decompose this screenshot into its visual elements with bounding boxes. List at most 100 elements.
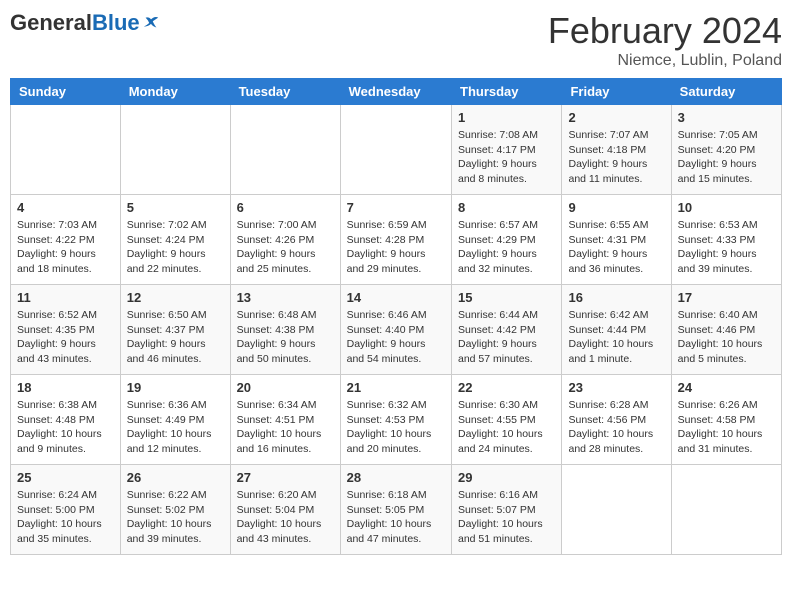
month-title: February 2024 bbox=[548, 10, 782, 52]
calendar-cell: 29 Sunrise: 6:16 AM Sunset: 5:07 PM Dayli… bbox=[452, 465, 562, 555]
calendar-cell: 25Sunrise: 6:24 AM Sunset: 5:00 PM Dayli… bbox=[11, 465, 121, 555]
day-number: 1 bbox=[458, 110, 555, 125]
calendar-cell bbox=[230, 105, 340, 195]
calendar-cell bbox=[562, 465, 671, 555]
calendar-cell: 18 Sunrise: 6:38 AM Sunset: 4:48 PM Dayli… bbox=[11, 375, 121, 465]
header-day-saturday: Saturday bbox=[671, 79, 781, 105]
calendar-table: SundayMondayTuesdayWednesdayThursdayFrid… bbox=[10, 78, 782, 555]
calendar-cell: 7Sunrise: 6:59 AM Sunset: 4:28 PM Daylig… bbox=[340, 195, 451, 285]
calendar-cell: 16 Sunrise: 6:42 AM Sunset: 4:44 PM Dayli… bbox=[562, 285, 671, 375]
calendar-cell: 13Sunrise: 6:48 AM Sunset: 4:38 PM Dayli… bbox=[230, 285, 340, 375]
day-number: 29 bbox=[458, 470, 555, 485]
title-block: February 2024 Niemce, Lublin, Poland bbox=[548, 10, 782, 70]
day-info: Sunrise: 7:03 AM Sunset: 4:22 PM Dayligh… bbox=[17, 218, 114, 277]
week-row-1: 1 Sunrise: 7:08 AM Sunset: 4:17 PM Daylig… bbox=[11, 105, 782, 195]
day-info: Sunrise: 6:52 AM Sunset: 4:35 PM Dayligh… bbox=[17, 308, 114, 367]
day-info: Sunrise: 6:30 AM Sunset: 4:55 PM Dayligh… bbox=[458, 398, 555, 457]
day-info: Sunrise: 6:36 AM Sunset: 4:49 PM Dayligh… bbox=[127, 398, 224, 457]
calendar-cell: 3 Sunrise: 7:05 AM Sunset: 4:20 PM Daylig… bbox=[671, 105, 781, 195]
calendar-cell: 6 Sunrise: 7:00 AM Sunset: 4:26 PM Daylig… bbox=[230, 195, 340, 285]
calendar-cell: 20 Sunrise: 6:34 AM Sunset: 4:51 PM Dayli… bbox=[230, 375, 340, 465]
day-info: Sunrise: 7:02 AM Sunset: 4:24 PM Dayligh… bbox=[127, 218, 224, 277]
day-info: Sunrise: 6:38 AM Sunset: 4:48 PM Dayligh… bbox=[17, 398, 114, 457]
calendar-cell: 22 Sunrise: 6:30 AM Sunset: 4:55 PM Dayli… bbox=[452, 375, 562, 465]
calendar-cell: 11 Sunrise: 6:52 AM Sunset: 4:35 PM Dayli… bbox=[11, 285, 121, 375]
calendar-cell: 8 Sunrise: 6:57 AM Sunset: 4:29 PM Daylig… bbox=[452, 195, 562, 285]
day-info: Sunrise: 6:16 AM Sunset: 5:07 PM Dayligh… bbox=[458, 488, 555, 547]
day-info: Sunrise: 6:18 AM Sunset: 5:05 PM Dayligh… bbox=[347, 488, 445, 547]
day-info: Sunrise: 6:34 AM Sunset: 4:51 PM Dayligh… bbox=[237, 398, 334, 457]
calendar-cell: 28 Sunrise: 6:18 AM Sunset: 5:05 PM Dayli… bbox=[340, 465, 451, 555]
calendar-cell bbox=[120, 105, 230, 195]
calendar-cell: 14Sunrise: 6:46 AM Sunset: 4:40 PM Dayli… bbox=[340, 285, 451, 375]
calendar-cell: 15Sunrise: 6:44 AM Sunset: 4:42 PM Dayli… bbox=[452, 285, 562, 375]
day-info: Sunrise: 6:57 AM Sunset: 4:29 PM Dayligh… bbox=[458, 218, 555, 277]
day-number: 24 bbox=[678, 380, 775, 395]
day-info: Sunrise: 6:42 AM Sunset: 4:44 PM Dayligh… bbox=[568, 308, 664, 367]
day-info: Sunrise: 6:50 AM Sunset: 4:37 PM Dayligh… bbox=[127, 308, 224, 367]
calendar-cell: 9 Sunrise: 6:55 AM Sunset: 4:31 PM Daylig… bbox=[562, 195, 671, 285]
day-number: 17 bbox=[678, 290, 775, 305]
logo-general-text: General bbox=[10, 10, 92, 36]
calendar-cell: 2 Sunrise: 7:07 AM Sunset: 4:18 PM Daylig… bbox=[562, 105, 671, 195]
day-info: Sunrise: 7:08 AM Sunset: 4:17 PM Dayligh… bbox=[458, 128, 555, 187]
calendar-cell: 1 Sunrise: 7:08 AM Sunset: 4:17 PM Daylig… bbox=[452, 105, 562, 195]
day-number: 18 bbox=[17, 380, 114, 395]
calendar-cell: 23Sunrise: 6:28 AM Sunset: 4:56 PM Dayli… bbox=[562, 375, 671, 465]
calendar-cell: 17 Sunrise: 6:40 AM Sunset: 4:46 PM Dayli… bbox=[671, 285, 781, 375]
calendar-cell bbox=[340, 105, 451, 195]
calendar-cell: 19Sunrise: 6:36 AM Sunset: 4:49 PM Dayli… bbox=[120, 375, 230, 465]
logo-blue-text: Blue bbox=[92, 10, 140, 36]
day-info: Sunrise: 6:40 AM Sunset: 4:46 PM Dayligh… bbox=[678, 308, 775, 367]
calendar-cell bbox=[671, 465, 781, 555]
day-number: 25 bbox=[17, 470, 114, 485]
day-info: Sunrise: 6:44 AM Sunset: 4:42 PM Dayligh… bbox=[458, 308, 555, 367]
logo: GeneralBlue bbox=[10, 10, 160, 36]
day-number: 26 bbox=[127, 470, 224, 485]
header-day-wednesday: Wednesday bbox=[340, 79, 451, 105]
calendar-cell: 5 Sunrise: 7:02 AM Sunset: 4:24 PM Daylig… bbox=[120, 195, 230, 285]
day-number: 14 bbox=[347, 290, 445, 305]
day-info: Sunrise: 7:00 AM Sunset: 4:26 PM Dayligh… bbox=[237, 218, 334, 277]
day-number: 12 bbox=[127, 290, 224, 305]
day-info: Sunrise: 6:59 AM Sunset: 4:28 PM Dayligh… bbox=[347, 218, 445, 277]
day-number: 2 bbox=[568, 110, 664, 125]
week-row-5: 25Sunrise: 6:24 AM Sunset: 5:00 PM Dayli… bbox=[11, 465, 782, 555]
day-info: Sunrise: 6:53 AM Sunset: 4:33 PM Dayligh… bbox=[678, 218, 775, 277]
calendar-cell: 10 Sunrise: 6:53 AM Sunset: 4:33 PM Dayli… bbox=[671, 195, 781, 285]
calendar-cell: 21Sunrise: 6:32 AM Sunset: 4:53 PM Dayli… bbox=[340, 375, 451, 465]
day-number: 3 bbox=[678, 110, 775, 125]
header-day-friday: Friday bbox=[562, 79, 671, 105]
header-day-monday: Monday bbox=[120, 79, 230, 105]
day-info: Sunrise: 6:32 AM Sunset: 4:53 PM Dayligh… bbox=[347, 398, 445, 457]
day-number: 27 bbox=[237, 470, 334, 485]
day-number: 11 bbox=[17, 290, 114, 305]
day-number: 8 bbox=[458, 200, 555, 215]
calendar-cell: 27 Sunrise: 6:20 AM Sunset: 5:04 PM Dayli… bbox=[230, 465, 340, 555]
calendar-cell: 12 Sunrise: 6:50 AM Sunset: 4:37 PM Dayli… bbox=[120, 285, 230, 375]
header-day-sunday: Sunday bbox=[11, 79, 121, 105]
day-info: Sunrise: 6:48 AM Sunset: 4:38 PM Dayligh… bbox=[237, 308, 334, 367]
location-subtitle: Niemce, Lublin, Poland bbox=[548, 52, 782, 70]
day-number: 22 bbox=[458, 380, 555, 395]
day-number: 9 bbox=[568, 200, 664, 215]
day-info: Sunrise: 7:07 AM Sunset: 4:18 PM Dayligh… bbox=[568, 128, 664, 187]
day-info: Sunrise: 6:26 AM Sunset: 4:58 PM Dayligh… bbox=[678, 398, 775, 457]
header: GeneralBlue February 2024 Niemce, Lublin… bbox=[10, 10, 782, 70]
day-number: 23 bbox=[568, 380, 664, 395]
day-info: Sunrise: 7:05 AM Sunset: 4:20 PM Dayligh… bbox=[678, 128, 775, 187]
day-info: Sunrise: 6:55 AM Sunset: 4:31 PM Dayligh… bbox=[568, 218, 664, 277]
day-number: 20 bbox=[237, 380, 334, 395]
day-info: Sunrise: 6:20 AM Sunset: 5:04 PM Dayligh… bbox=[237, 488, 334, 547]
day-number: 28 bbox=[347, 470, 445, 485]
day-number: 6 bbox=[237, 200, 334, 215]
day-number: 16 bbox=[568, 290, 664, 305]
header-row: SundayMondayTuesdayWednesdayThursdayFrid… bbox=[11, 79, 782, 105]
day-number: 5 bbox=[127, 200, 224, 215]
week-row-2: 4Sunrise: 7:03 AM Sunset: 4:22 PM Daylig… bbox=[11, 195, 782, 285]
calendar-cell: 4Sunrise: 7:03 AM Sunset: 4:22 PM Daylig… bbox=[11, 195, 121, 285]
day-number: 10 bbox=[678, 200, 775, 215]
day-info: Sunrise: 6:22 AM Sunset: 5:02 PM Dayligh… bbox=[127, 488, 224, 547]
week-row-4: 18 Sunrise: 6:38 AM Sunset: 4:48 PM Dayli… bbox=[11, 375, 782, 465]
calendar-cell: 24 Sunrise: 6:26 AM Sunset: 4:58 PM Dayli… bbox=[671, 375, 781, 465]
